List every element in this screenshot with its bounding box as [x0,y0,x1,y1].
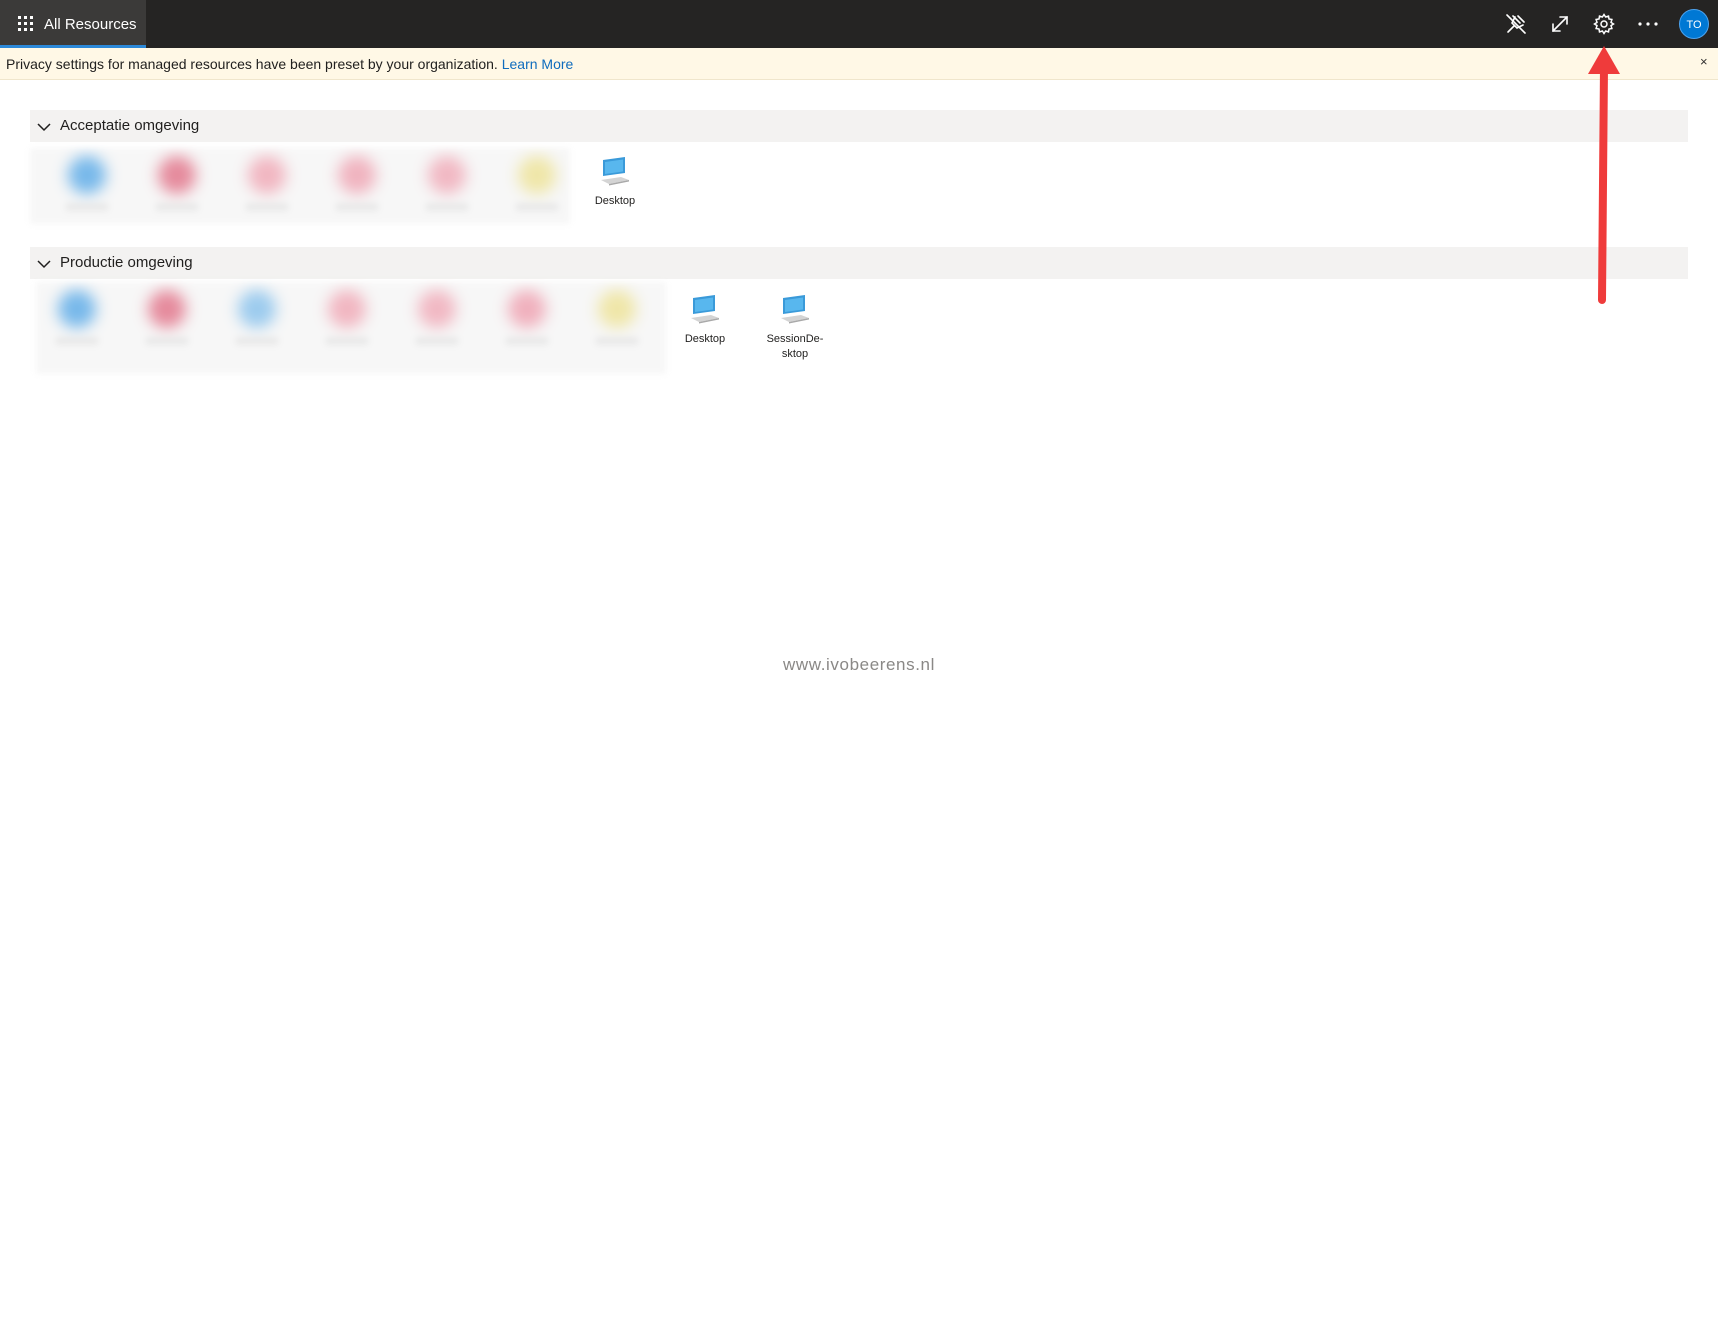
app-launcher-icon[interactable] [18,16,33,31]
remote-desktop-icon [781,295,809,324]
remote-desktop-icon [601,157,629,186]
banner-message: Privacy settings for managed resources h… [6,56,498,72]
settings-gear-icon[interactable] [1588,8,1620,40]
group-header-acceptatie[interactable]: Acceptatie omgeving [30,110,1688,142]
all-resources-tab[interactable]: All Resources [0,0,146,48]
blurred-resources [36,282,666,374]
remote-desktop-icon [691,295,719,324]
privacy-banner: Privacy settings for managed resources h… [0,48,1718,80]
resource-label: Desktop [594,195,636,207]
fullscreen-icon[interactable] [1544,8,1576,40]
unpin-icon[interactable] [1500,8,1532,40]
resource-label: Desktop [684,333,726,345]
page-title: All Resources [44,16,137,33]
resource-tile-desktop[interactable]: Desktop [570,156,660,209]
chevron-down-icon[interactable] [36,119,52,135]
annotation-arrow [1588,46,1620,304]
banner-text: Privacy settings for managed resources h… [6,56,573,72]
group-header-productie[interactable]: Productie omgeving [30,247,1688,279]
blurred-resources [30,148,570,224]
resource-tile-sessiondesktop[interactable]: SessionDe- sktop [750,294,840,362]
learn-more-link[interactable]: Learn More [502,56,574,72]
group-title: Productie omgeving [60,254,193,271]
resource-label: SessionDe- sktop [766,333,824,360]
top-bar: All Resources TO [0,0,1718,48]
group-title: Acceptatie omgeving [60,117,200,134]
user-avatar[interactable]: TO [1679,9,1709,39]
chevron-down-icon[interactable] [36,256,52,272]
resource-tile-desktop[interactable]: Desktop [660,294,750,347]
more-options-icon[interactable] [1632,8,1664,40]
watermark: www.ivobeerens.nl [783,655,935,674]
close-icon[interactable]: × [1700,54,1708,69]
